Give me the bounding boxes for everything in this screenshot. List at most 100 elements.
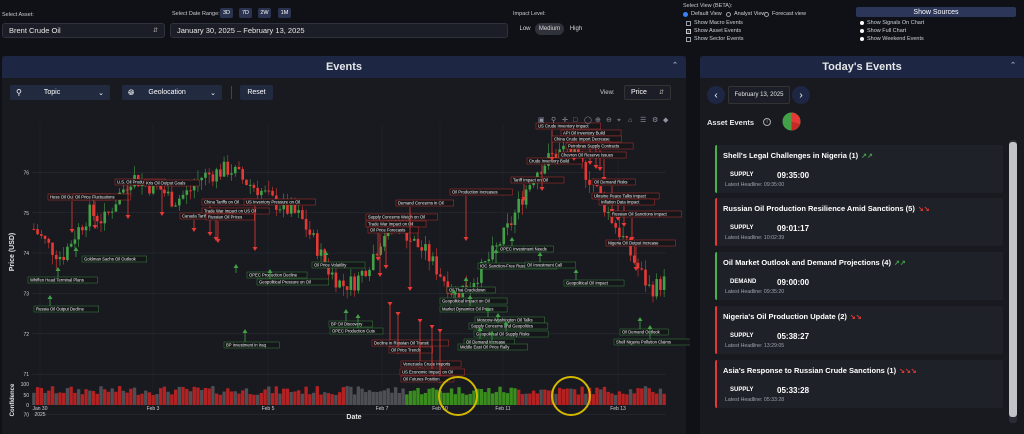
zoom-icon[interactable]: ⚲ xyxy=(551,116,556,124)
candle-body[interactable] xyxy=(439,274,442,277)
candle-body[interactable] xyxy=(248,184,252,186)
candle-body[interactable] xyxy=(450,293,453,295)
impact-high[interactable]: High xyxy=(566,23,586,35)
event-annotation[interactable]: OPEC Investment Needs xyxy=(497,237,554,253)
candle-body[interactable] xyxy=(219,169,222,177)
candle-body[interactable] xyxy=(621,236,625,238)
autoscale-icon[interactable]: ⌖ xyxy=(617,117,621,124)
candle-body[interactable] xyxy=(651,284,655,297)
impact-medium[interactable]: Medium xyxy=(535,23,564,35)
candle-body[interactable] xyxy=(181,194,185,199)
candle-body[interactable] xyxy=(483,261,487,263)
candle-body[interactable] xyxy=(357,275,360,291)
price-chart[interactable]: Hess Oil Output IncreaseOil Price Fluctu… xyxy=(0,100,690,434)
candle-body[interactable] xyxy=(226,161,230,175)
event-card[interactable]: Nigeria's Oil Production Update (2) ↘↘ SU… xyxy=(715,306,1003,354)
candle-body[interactable] xyxy=(349,276,353,290)
candle-body[interactable] xyxy=(606,211,610,213)
date-picker[interactable]: February 13, 2025 xyxy=(728,86,790,104)
candle-body[interactable] xyxy=(43,235,47,239)
candle-body[interactable] xyxy=(58,256,62,260)
event-card[interactable]: Shell's Legal Challenges in Nigeria (1) ↗… xyxy=(715,145,1003,193)
candle-body[interactable] xyxy=(427,244,431,262)
candle-body[interactable] xyxy=(412,238,416,241)
event-annotation[interactable]: Oil Demand Outlook xyxy=(619,317,669,336)
date-button-2w[interactable]: 2W xyxy=(258,8,271,18)
candle-body[interactable] xyxy=(543,165,547,174)
candle-body[interactable] xyxy=(252,184,256,188)
candle-body[interactable] xyxy=(260,190,263,196)
candle-body[interactable] xyxy=(308,229,312,235)
candle-body[interactable] xyxy=(178,198,181,206)
date-button-3d[interactable]: 3D xyxy=(220,8,233,18)
candle-body[interactable] xyxy=(66,246,69,260)
candle-body[interactable] xyxy=(513,212,517,225)
geolocation-dropdown[interactable]: 🌐︎ Geolocation ⌄ xyxy=(122,85,222,100)
candle-body[interactable] xyxy=(92,204,95,216)
show-sources-button[interactable]: Show Sources xyxy=(856,7,1016,17)
candle-body[interactable] xyxy=(342,280,345,287)
scrollbar-thumb[interactable] xyxy=(1009,142,1017,417)
candle-body[interactable] xyxy=(647,284,651,286)
candle-body[interactable] xyxy=(122,189,125,193)
event-annotation[interactable]: Goldman Sachs Oil Outlook xyxy=(73,247,147,263)
candle-body[interactable] xyxy=(338,280,341,288)
candle-body[interactable] xyxy=(207,172,211,175)
candle-body[interactable] xyxy=(110,211,114,213)
candle-body[interactable] xyxy=(36,229,39,235)
candle-body[interactable] xyxy=(237,166,241,170)
event-annotation[interactable]: Oil Price Trends xyxy=(388,312,433,354)
lasso-icon[interactable]: ◯ xyxy=(584,116,592,124)
date-range-input[interactable]: January 30, 2025 – February 13, 2025 xyxy=(170,23,508,38)
source-signals[interactable]: Show Signals On Chart xyxy=(860,20,924,26)
candle-body[interactable] xyxy=(51,242,54,255)
candle-body[interactable] xyxy=(84,226,88,231)
candle-body[interactable] xyxy=(506,223,509,228)
candle-body[interactable] xyxy=(267,190,271,192)
candle-body[interactable] xyxy=(625,236,629,238)
candle-body[interactable] xyxy=(487,259,491,262)
view-select[interactable]: Price ⇵ xyxy=(624,85,671,100)
event-annotation[interactable]: Russia Oil Output Decline xyxy=(33,295,99,313)
candle-body[interactable] xyxy=(304,218,308,230)
candle-body[interactable] xyxy=(659,279,662,291)
candle-body[interactable] xyxy=(662,276,666,291)
source-full-chart[interactable]: Show Full Chart xyxy=(860,28,906,34)
candle-body[interactable] xyxy=(476,282,479,284)
candle-body[interactable] xyxy=(185,190,189,195)
candle-body[interactable] xyxy=(278,209,282,211)
view-default[interactable]: Default View xyxy=(683,11,722,17)
show-asset-events[interactable]: ✓ Show Asset Events xyxy=(686,28,741,34)
candle-body[interactable] xyxy=(99,221,103,224)
show-macro-events[interactable]: Show Macro Events xyxy=(686,20,743,26)
candle-body[interactable] xyxy=(416,238,420,248)
view-analyst[interactable]: Analyst View xyxy=(726,11,765,17)
candle-body[interactable] xyxy=(528,185,532,190)
candle-body[interactable] xyxy=(170,191,174,207)
candle-body[interactable] xyxy=(114,204,118,212)
candle-body[interactable] xyxy=(655,279,658,297)
reset-axes-icon[interactable]: ⌂ xyxy=(628,117,632,124)
candle-body[interactable] xyxy=(491,245,494,260)
candle-body[interactable] xyxy=(353,276,356,291)
event-annotation[interactable]: Geopolitical Oil Impact xyxy=(563,269,625,287)
scrollbar-track[interactable] xyxy=(1009,140,1017,423)
candle-body[interactable] xyxy=(204,172,207,178)
candle-body[interactable] xyxy=(517,198,520,213)
candle-body[interactable] xyxy=(77,227,80,240)
spike-icon[interactable]: ☰ xyxy=(640,117,646,124)
candle-body[interactable] xyxy=(129,186,133,191)
event-annotation[interactable]: Decline in Russian Oil Transit xyxy=(371,302,449,347)
candle-body[interactable] xyxy=(200,177,203,181)
candle-body[interactable] xyxy=(256,187,259,196)
candle-body[interactable] xyxy=(189,190,192,192)
candle-body[interactable] xyxy=(163,189,166,194)
collapse-icon[interactable]: ⌃ xyxy=(672,61,678,69)
source-weekend[interactable]: Show Weekend Events xyxy=(860,36,924,42)
candle-body[interactable] xyxy=(502,227,506,245)
event-card[interactable]: Russian Oil Production Resilience Amid S… xyxy=(715,198,1003,246)
candle-body[interactable] xyxy=(364,270,368,277)
candle-body[interactable] xyxy=(107,211,110,213)
camera-icon[interactable]: ▣ xyxy=(538,117,545,124)
candle-body[interactable] xyxy=(215,169,218,182)
